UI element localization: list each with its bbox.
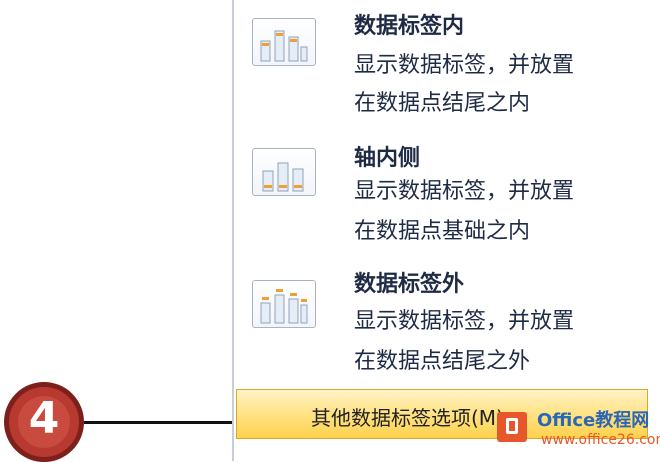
menu-item-desc-line1: 显示数据标签，并放置: [354, 309, 575, 334]
menu-item-desc-line2: 在数据点结尾之内: [354, 91, 531, 116]
watermark: Office教程网 www.office26.com: [493, 404, 660, 461]
inside-end-bar-chart-icon-graphic: [260, 30, 308, 62]
step-number: 4: [28, 393, 60, 444]
menu-item-desc-line1: 显示数据标签，并放置: [354, 179, 575, 204]
menu-item-title: 数据标签内: [354, 14, 465, 39]
outside-end-bar-chart-icon: [252, 280, 316, 328]
menu-item-inside-end[interactable]: 数据标签内 显示数据标签，并放置 在数据点结尾之内: [234, 0, 660, 130]
menu-item-desc-line1: 显示数据标签，并放置: [354, 53, 575, 78]
menu-item-desc-line2: 在数据点基础之内: [354, 219, 531, 244]
inside-end-bar-chart-icon: [252, 18, 316, 66]
step-badge: 4: [4, 382, 84, 462]
menu-item-inside-base[interactable]: 轴内侧 显示数据标签，并放置 在数据点基础之内: [234, 136, 660, 262]
watermark-brand: Office教程网: [537, 410, 650, 431]
watermark-url: www.office26.com: [541, 432, 660, 448]
inside-base-bar-chart-icon: [252, 148, 316, 196]
menu-item-title: 轴内侧: [354, 146, 421, 171]
menu-item-outside-end[interactable]: 数据标签外 显示数据标签，并放置 在数据点结尾之外: [234, 262, 660, 388]
outside-end-bar-chart-icon-graphic: [260, 289, 308, 324]
office-logo-icon: [497, 412, 527, 442]
menu-item-desc-line2: 在数据点结尾之外: [354, 349, 531, 374]
more-options-label: 其他数据标签选项(M)...: [311, 406, 523, 430]
office-logo-mark: [506, 418, 518, 434]
inside-base-bar-chart-icon-graphic: [262, 162, 304, 192]
menu-item-title: 数据标签外: [354, 272, 465, 297]
